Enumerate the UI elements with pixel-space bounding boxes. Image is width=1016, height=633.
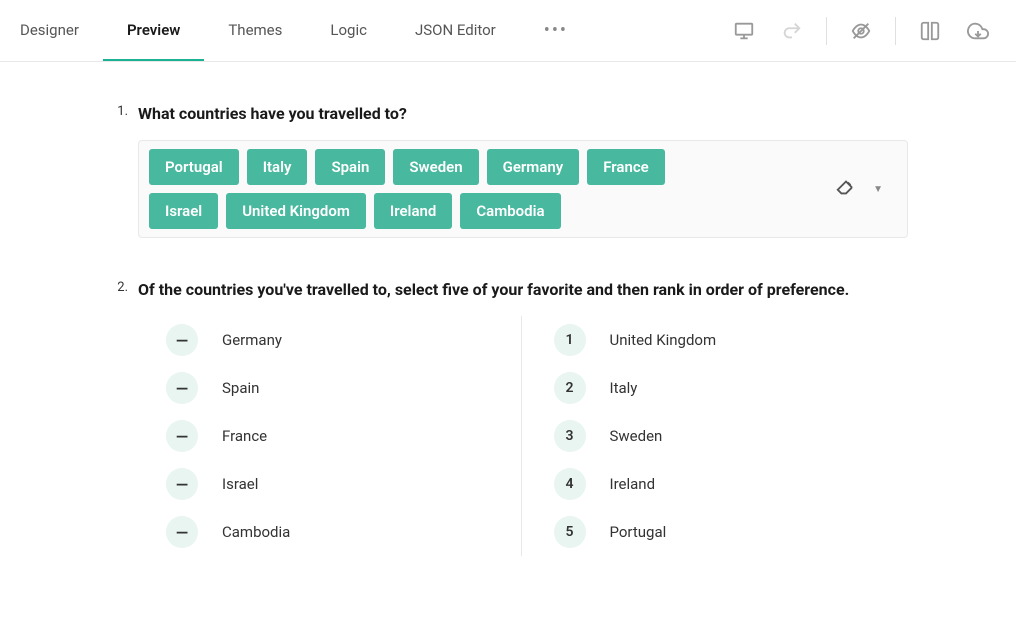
tag-united-kingdom[interactable]: United Kingdom [226, 193, 366, 229]
rank-number-badge: 2 [554, 372, 586, 404]
rank-number-badge: 5 [554, 516, 586, 548]
tag-france[interactable]: France [587, 149, 665, 185]
unranked-item[interactable]: — France [166, 412, 509, 460]
redo-icon[interactable] [774, 13, 810, 49]
tab-themes[interactable]: Themes [204, 0, 306, 61]
question-2: 2. Of the countries you've travelled to,… [108, 278, 908, 556]
visibility-off-icon[interactable] [843, 13, 879, 49]
rank-label: Italy [610, 379, 638, 397]
unranked-item[interactable]: — Germany [166, 316, 509, 364]
unranked-badge: — [166, 468, 198, 500]
survey-preview: 1. What countries have you travelled to?… [88, 62, 928, 556]
ranked-item[interactable]: 2 Italy [554, 364, 897, 412]
toolbar [726, 13, 996, 49]
rank-number-badge: 4 [554, 468, 586, 500]
tag-germany[interactable]: Germany [487, 149, 580, 185]
tag-input-container[interactable]: Portugal Italy Spain Sweden Germany Fran… [138, 140, 908, 238]
unranked-badge: — [166, 516, 198, 548]
tag-ireland[interactable]: Ireland [374, 193, 452, 229]
tag-israel[interactable]: Israel [149, 193, 218, 229]
rank-label: Sweden [610, 427, 663, 445]
tab-designer[interactable]: Designer [20, 0, 103, 61]
tag-portugal[interactable]: Portugal [149, 149, 239, 185]
tab-list: Designer Preview Themes Logic JSON Edito… [20, 0, 592, 61]
book-icon[interactable] [912, 13, 948, 49]
device-preview-icon[interactable] [726, 13, 762, 49]
tag-list: Portugal Italy Spain Sweden Germany Fran… [147, 147, 667, 231]
toolbar-divider [826, 17, 827, 45]
rank-label: Spain [222, 379, 259, 397]
unranked-column: — Germany — Spain — France — Israel [166, 316, 521, 556]
ranked-item[interactable]: 3 Sweden [554, 412, 897, 460]
rank-label: Israel [222, 475, 258, 493]
unranked-badge: — [166, 420, 198, 452]
tag-sweden[interactable]: Sweden [393, 149, 478, 185]
unranked-item[interactable]: — Spain [166, 364, 509, 412]
dropdown-chevron-icon[interactable]: ▼ [869, 180, 887, 199]
tab-preview[interactable]: Preview [103, 0, 204, 61]
header: Designer Preview Themes Logic JSON Edito… [0, 0, 1016, 62]
question-title: Of the countries you've travelled to, se… [138, 278, 908, 302]
cloud-download-icon[interactable] [960, 13, 996, 49]
question-1: 1. What countries have you travelled to?… [108, 102, 908, 238]
toolbar-divider [895, 17, 896, 45]
ranked-item[interactable]: 1 United Kingdom [554, 316, 897, 364]
ranked-item[interactable]: 5 Portugal [554, 508, 897, 556]
rank-number-badge: 1 [554, 324, 586, 356]
clear-tags-icon[interactable] [835, 176, 857, 202]
question-title: What countries have you travelled to? [138, 102, 908, 126]
rank-label: United Kingdom [610, 331, 717, 349]
tag-cambodia[interactable]: Cambodia [460, 193, 560, 229]
tab-json-editor[interactable]: JSON Editor [391, 0, 520, 61]
rank-label: Cambodia [222, 523, 290, 541]
unranked-badge: — [166, 372, 198, 404]
tag-spain[interactable]: Spain [315, 149, 385, 185]
question-body: What countries have you travelled to? Po… [138, 102, 908, 238]
rank-label: Ireland [610, 475, 656, 493]
tab-logic[interactable]: Logic [306, 0, 391, 61]
question-body: Of the countries you've travelled to, se… [138, 278, 908, 556]
tag-italy[interactable]: Italy [247, 149, 308, 185]
rank-number-badge: 3 [554, 420, 586, 452]
ranked-column: 1 United Kingdom 2 Italy 3 Sweden 4 Irel… [521, 316, 909, 556]
question-number: 1. [108, 102, 138, 238]
ranking-widget: — Germany — Spain — France — Israel [138, 316, 908, 556]
unranked-badge: — [166, 324, 198, 356]
unranked-item[interactable]: — Cambodia [166, 508, 509, 556]
rank-label: Portugal [610, 523, 667, 541]
unranked-item[interactable]: — Israel [166, 460, 509, 508]
rank-label: Germany [222, 331, 282, 349]
ranked-item[interactable]: 4 Ireland [554, 460, 897, 508]
question-number: 2. [108, 278, 138, 556]
more-menu-icon[interactable]: ••• [520, 20, 592, 41]
rank-label: France [222, 427, 267, 445]
tag-actions: ▼ [835, 176, 899, 202]
